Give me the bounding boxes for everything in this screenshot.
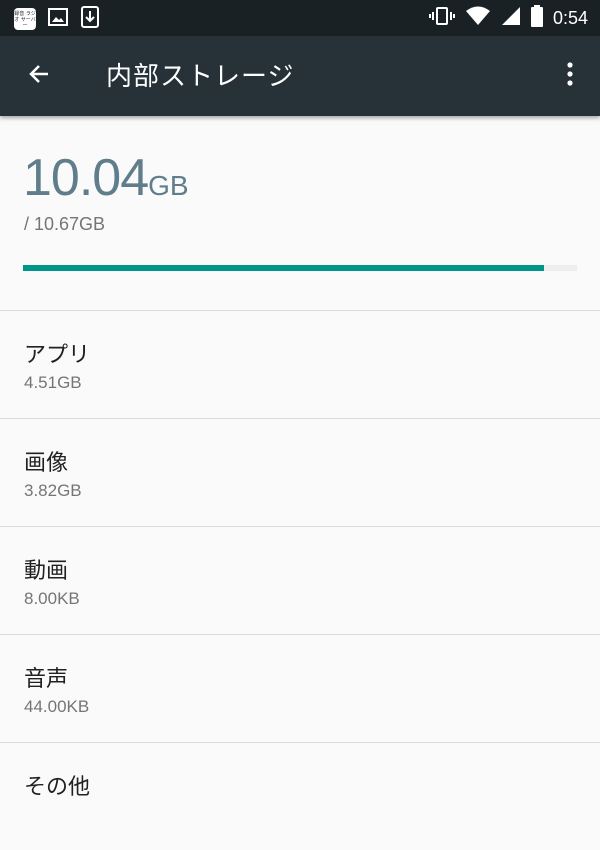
status-bar: 録音 ラジオ サーバー 0:54 xyxy=(0,0,600,36)
category-item-other[interactable]: その他 xyxy=(0,742,600,850)
category-label: 画像 xyxy=(24,451,69,476)
storage-progress-fill xyxy=(23,265,545,271)
notification-icons: 録音 ラジオ サーバー xyxy=(14,6,100,32)
category-size: 3.82GB xyxy=(24,481,82,500)
category-label: 音声 xyxy=(24,667,69,692)
app-bar: 内部ストレージ xyxy=(0,36,600,116)
category-list: アプリ 4.51GB 画像 3.82GB 動画 8.00KB 音声 44.00K… xyxy=(0,310,600,850)
category-item-videos[interactable]: 動画 8.00KB xyxy=(0,526,600,634)
category-label: その他 xyxy=(24,775,91,800)
storage-summary: 10.04GB / 10.67GB xyxy=(0,116,600,310)
download-icon xyxy=(80,6,100,32)
arrow-back-icon xyxy=(28,62,52,90)
page-title: 内部ストレージ xyxy=(106,62,295,92)
category-item-audio[interactable]: 音声 44.00KB xyxy=(0,634,600,742)
clock: 0:54 xyxy=(552,7,588,28)
more-vert-icon xyxy=(567,62,573,90)
category-item-images[interactable]: 画像 3.82GB xyxy=(0,418,600,526)
image-icon xyxy=(48,7,68,31)
overflow-menu-button[interactable] xyxy=(558,58,582,94)
category-size: 4.51GB xyxy=(24,373,82,392)
radio-recorder-app-icon: 録音 ラジオ サーバー xyxy=(14,8,36,30)
used-storage: 10.04GB xyxy=(23,148,189,208)
category-label: 動画 xyxy=(24,559,69,584)
total-storage: / 10.67GB xyxy=(24,214,106,234)
app-icon-text: 録音 ラジオ サーバー xyxy=(14,11,36,29)
category-size: 8.00KB xyxy=(24,589,80,608)
wifi-icon xyxy=(465,6,491,30)
used-unit: GB xyxy=(148,170,189,201)
used-number: 10.04 xyxy=(23,149,149,207)
category-label: アプリ xyxy=(24,343,91,368)
battery-icon xyxy=(530,5,543,31)
system-icons: 0:54 xyxy=(428,4,588,32)
back-button[interactable] xyxy=(22,58,58,94)
category-size: 44.00KB xyxy=(24,697,90,716)
storage-progress-bar xyxy=(23,265,577,271)
category-item-apps[interactable]: アプリ 4.51GB xyxy=(0,310,600,418)
vibrate-icon xyxy=(428,6,455,30)
cell-signal-icon xyxy=(501,6,521,30)
